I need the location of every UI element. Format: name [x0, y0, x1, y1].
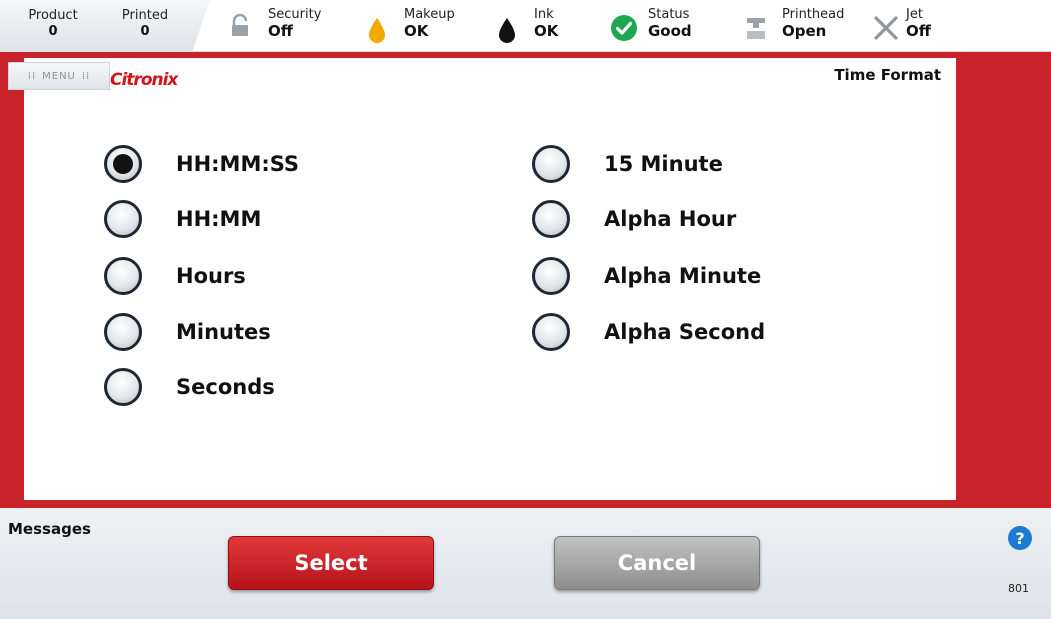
select-button[interactable]: Select [228, 536, 434, 590]
ink-value: OK [534, 22, 559, 40]
radio-button[interactable] [104, 368, 142, 406]
option-label: HH:MM [176, 207, 262, 231]
product-counter-label: Product [28, 8, 78, 23]
radio-button[interactable] [532, 145, 570, 183]
product-counter-value: 0 [48, 24, 58, 39]
messages-label: Messages [8, 520, 91, 538]
radio-button[interactable] [532, 313, 570, 351]
menu-grip-icon: ⁞⁞ [81, 70, 91, 82]
product-counter: Product 0 [18, 8, 88, 41]
ink-status[interactable]: Ink OK [496, 8, 576, 48]
option-label: Alpha Minute [604, 264, 762, 288]
status-bar: Product 0 Printed 0 Security Off Makeup … [0, 0, 1051, 52]
ink-label: Ink [534, 7, 554, 22]
menu-grip-icon: ⁞⁞ [27, 70, 37, 82]
option-label: Hours [176, 264, 246, 288]
printed-counter: Printed 0 [110, 8, 180, 41]
makeup-value: OK [404, 22, 429, 40]
option-label: 15 Minute [604, 152, 723, 176]
jet-value: Off [906, 22, 931, 40]
page-title: Time Format [834, 66, 941, 84]
jet-label: Jet [906, 7, 923, 22]
system-status[interactable]: Status Good [610, 8, 720, 48]
printhead-status[interactable]: Printhead Open [744, 8, 864, 48]
option-label: Alpha Hour [604, 207, 737, 231]
counters-panel: Product 0 Printed 0 [0, 0, 210, 52]
jet-status[interactable]: Jet Off [872, 8, 952, 48]
printhead-icon [744, 16, 768, 46]
lock-icon [228, 13, 252, 42]
printed-counter-label: Printed [121, 8, 169, 23]
option-label: Seconds [176, 375, 275, 399]
check-circle-icon [610, 14, 638, 46]
makeup-status[interactable]: Makeup OK [366, 8, 476, 48]
option-label: Alpha Second [604, 320, 766, 344]
help-icon[interactable]: ? [1008, 526, 1032, 550]
printed-counter-value: 0 [140, 24, 150, 39]
menu-label: MENU [42, 70, 76, 82]
radio-button[interactable] [532, 200, 570, 238]
ink-drop-icon [496, 16, 518, 48]
printhead-value: Open [782, 22, 827, 40]
printhead-label: Printhead [782, 7, 845, 22]
screen-code: 801 [1008, 582, 1029, 595]
brand-logo: Citronix [110, 70, 178, 90]
radio-button[interactable] [104, 200, 142, 238]
radio-button[interactable] [104, 313, 142, 351]
security-status[interactable]: Security Off [228, 8, 338, 48]
menu-button[interactable]: ⁞⁞ MENU ⁞⁞ [8, 62, 110, 90]
radio-button[interactable] [532, 257, 570, 295]
makeup-label: Makeup [404, 7, 455, 22]
radio-button[interactable] [104, 257, 142, 295]
bottom-bar [0, 508, 1051, 619]
option-label: Minutes [176, 320, 271, 344]
security-label: Security [268, 7, 322, 22]
status-value: Good [648, 22, 692, 40]
option-label: HH:MM:SS [176, 152, 300, 176]
security-value: Off [268, 22, 293, 40]
main-panel [24, 58, 956, 500]
makeup-drop-icon [366, 16, 388, 48]
x-icon [872, 14, 900, 46]
radio-button-checked[interactable] [104, 145, 142, 183]
cancel-button[interactable]: Cancel [554, 536, 760, 590]
status-label: Status [648, 7, 690, 22]
